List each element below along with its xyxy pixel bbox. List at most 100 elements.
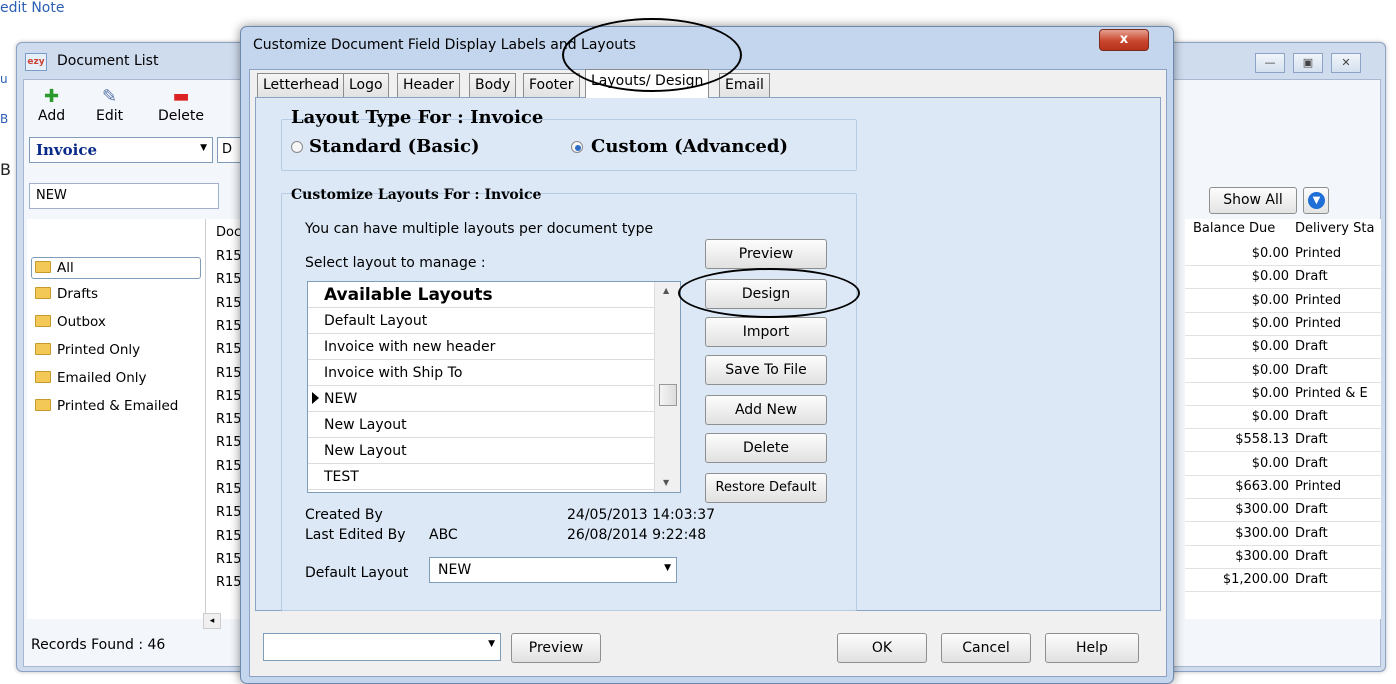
doc-type-combo[interactable]: Invoice ▼	[29, 137, 213, 163]
preview-layout-button[interactable]: Preview	[705, 239, 827, 269]
footer-layout-combo[interactable]: ▼	[263, 633, 501, 661]
list-item[interactable]: New Layout	[308, 438, 654, 464]
close-button[interactable]: ✕	[1331, 53, 1361, 73]
maximize-button[interactable]: ▣	[1293, 53, 1323, 73]
show-all-options-button[interactable]: ▼	[1303, 187, 1329, 214]
scroll-down-icon[interactable]: ▼	[663, 478, 669, 487]
folder-item-all[interactable]: All	[35, 260, 74, 276]
default-layout-combo[interactable]: NEW ▼	[429, 557, 677, 583]
tab-email[interactable]: Email	[719, 73, 770, 97]
balance-cell: $300.00	[1235, 525, 1289, 541]
add-button[interactable]: ✚ Add	[38, 86, 65, 124]
tab-header[interactable]: Header	[397, 73, 460, 97]
balance-cell: $0.00	[1251, 455, 1289, 471]
help-button[interactable]: Help	[1045, 633, 1139, 663]
radio-standard-label: Standard (Basic)	[309, 136, 480, 157]
list-scrollbar[interactable]: ▲ ▼	[654, 282, 680, 492]
doc-number-cell: R15	[216, 249, 242, 264]
doc-number-cell: R15	[216, 505, 242, 521]
doc-number-cell: R15	[216, 551, 242, 567]
folder-item-outbox[interactable]: Outbox	[35, 314, 106, 330]
balance-cell: $0.00	[1251, 362, 1289, 378]
doc-number-cell: R15	[216, 412, 242, 428]
scroll-up-icon[interactable]: ▲	[663, 286, 669, 295]
table-row[interactable]: $0.00 Draft	[1185, 336, 1381, 360]
import-button[interactable]: Import	[705, 317, 827, 347]
design-button[interactable]: Design	[705, 279, 827, 309]
table-row[interactable]: $0.00 Draft	[1185, 360, 1381, 383]
tab-body[interactable]: Body	[469, 73, 517, 97]
table-row[interactable]: $663.00 Printed	[1185, 476, 1381, 499]
list-item[interactable]: New Layout	[308, 412, 654, 438]
folder-item-printed-emailed[interactable]: Printed & Emailed	[35, 398, 178, 414]
footer-preview-button[interactable]: Preview	[511, 633, 601, 663]
table-row[interactable]: $0.00 Draft	[1185, 453, 1381, 476]
folder-icon	[35, 287, 51, 299]
tab-letterhead[interactable]: Letterhead	[257, 73, 346, 97]
show-all-button[interactable]: Show All	[1209, 187, 1297, 214]
list-item[interactable]: Invoice with Ship To	[308, 360, 654, 386]
table-row[interactable]: $0.00 Printed	[1185, 290, 1381, 313]
balance-cell: $663.00	[1235, 479, 1289, 494]
balance-cell: $0.00	[1251, 246, 1289, 261]
folder-icon	[35, 399, 51, 411]
doc-number-cell: R15	[216, 458, 242, 474]
delivery-status-cell: Printed	[1295, 479, 1342, 494]
balance-cell: $1,200.00	[1222, 572, 1289, 588]
table-row[interactable]: $300.00 Draft	[1185, 546, 1381, 569]
table-row[interactable]: $0.00 Printed & E	[1185, 383, 1381, 406]
table-row[interactable]: $1,200.00 Draft	[1185, 569, 1381, 593]
delete-button[interactable]: ▬ Delete	[158, 86, 204, 124]
dialog-close-button[interactable]: x	[1099, 29, 1149, 51]
h-scroll-left[interactable]: ◂	[203, 613, 221, 629]
delivery-status-cell: Printed	[1295, 246, 1342, 261]
balance-cell: $558.13	[1235, 432, 1289, 448]
table-row[interactable]: $300.00 Draft	[1185, 523, 1381, 546]
list-item[interactable]: Default Layout	[308, 308, 654, 334]
balance-cell: $0.00	[1251, 339, 1289, 355]
minus-icon: ▬	[172, 86, 190, 107]
list-header: Available Layouts	[308, 282, 654, 308]
tab-footer[interactable]: Footer	[523, 73, 580, 97]
table-row[interactable]: $0.00 Printed	[1185, 243, 1381, 266]
chevron-down-icon: ▼	[1308, 192, 1325, 209]
tab-layouts-design[interactable]: Layouts/ Design	[585, 69, 710, 98]
folder-icon	[35, 343, 51, 355]
delete-layout-button[interactable]: Delete	[705, 433, 827, 463]
available-layouts-list[interactable]: Available Layouts Default Layout Invoice…	[307, 281, 681, 493]
balance-cell: $300.00	[1235, 548, 1289, 564]
layout-type-title: Layout Type For : Invoice	[291, 107, 544, 128]
ok-button[interactable]: OK	[837, 633, 927, 663]
minimize-button[interactable]: —	[1255, 53, 1285, 73]
credit-note-link[interactable]: edit Note	[0, 0, 64, 16]
list-item[interactable]: Invoice with new header	[308, 334, 654, 360]
doc-number-cell: R15	[216, 295, 242, 311]
table-row[interactable]: $0.00 Draft	[1185, 406, 1381, 430]
tab-logo[interactable]: Logo	[343, 73, 389, 97]
folder-item-drafts[interactable]: Drafts	[35, 286, 98, 302]
hint-multiple-layouts: You can have multiple layouts per docume…	[305, 221, 654, 237]
balance-cell: $0.00	[1251, 315, 1289, 331]
folder-item-printed-only[interactable]: Printed Only	[35, 342, 140, 358]
list-item-selected[interactable]: NEW	[308, 386, 654, 412]
doc-number-cell: R15	[216, 528, 242, 544]
table-row[interactable]: $558.13 Draft	[1185, 429, 1381, 453]
table-row[interactable]: $0.00 Printed	[1185, 313, 1381, 336]
delivery-status-cell: Draft	[1295, 269, 1328, 285]
created-date: 24/05/2013 14:03:37	[567, 507, 716, 523]
add-new-button[interactable]: Add New	[705, 395, 827, 425]
scroll-thumb[interactable]	[659, 384, 677, 406]
doc-number-cell: R15	[216, 435, 242, 451]
radio-custom[interactable]	[571, 141, 583, 153]
radio-standard[interactable]	[291, 141, 303, 153]
edit-button[interactable]: ✎ Edit	[96, 86, 123, 124]
save-to-file-button[interactable]: Save To File	[705, 355, 827, 385]
table-row[interactable]: $300.00 Draft	[1185, 499, 1381, 523]
pencil-icon: ✎	[102, 86, 118, 107]
restore-default-button[interactable]: Restore Default	[705, 473, 827, 503]
table-row[interactable]: $0.00 Draft	[1185, 266, 1381, 290]
list-item[interactable]: TEST	[308, 464, 654, 490]
cancel-button[interactable]: Cancel	[941, 633, 1031, 663]
folder-item-emailed-only[interactable]: Emailed Only	[35, 370, 147, 386]
search-input[interactable]: NEW	[29, 183, 219, 209]
